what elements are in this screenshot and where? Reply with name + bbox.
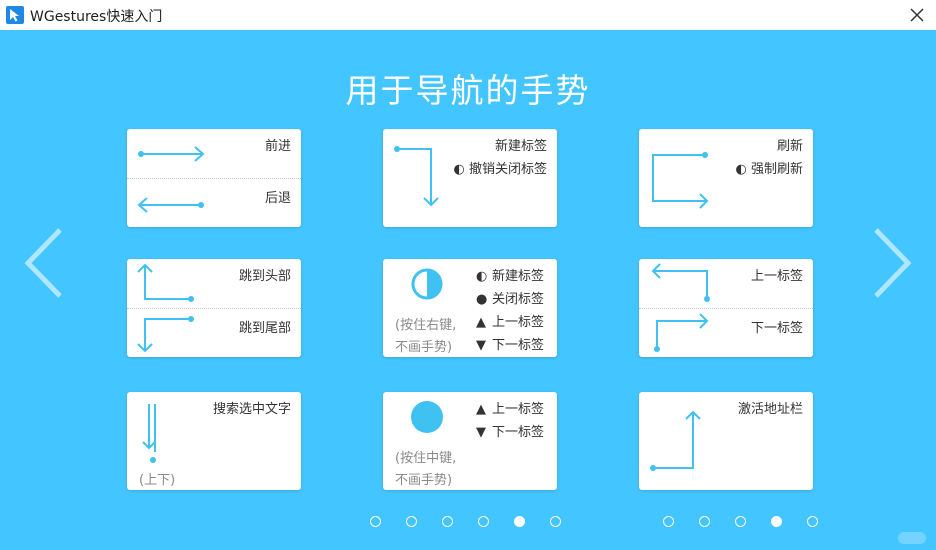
- gesture-card-jump: 跳到头部 跳到尾部: [127, 259, 301, 357]
- middle-button-note-line2: 不画手势): [395, 473, 453, 488]
- pagination-dot[interactable]: [478, 516, 489, 527]
- rb-prev-tab-label: 上一标签: [492, 315, 545, 330]
- pagination-dot[interactable]: [550, 516, 561, 527]
- previous-page-arrow-icon[interactable]: [24, 228, 64, 298]
- window-title: WGestures快速入门: [30, 9, 163, 25]
- rb-close-tab-label: 关闭标签: [492, 292, 545, 307]
- gesture-card-middle-button: (按住中键, 不画手势) ▲ 上一标签 ▼ 下一标签: [383, 392, 557, 490]
- triangle-down-icon: ▼: [476, 425, 486, 440]
- card-divider: [127, 308, 301, 309]
- forward-label: 前进: [264, 139, 291, 154]
- mb-next-tab-label: 下一标签: [492, 425, 545, 440]
- pagination-dot[interactable]: [406, 516, 417, 527]
- app-logo-icon: [6, 6, 24, 24]
- prev-tab-label: 上一标签: [750, 269, 803, 284]
- back-label: 后退: [264, 191, 291, 206]
- pagination-dots-left: [370, 516, 570, 530]
- next-page-arrow-icon[interactable]: [872, 228, 912, 298]
- pagination-dot[interactable]: [735, 516, 746, 527]
- main-content: 用于导航的手势 前进 后退 新建标签 ◐ 撤销关闭标签 刷新 ◐ 强制刷新 跳到…: [0, 30, 936, 550]
- triangle-down-icon: ▼: [476, 338, 486, 353]
- address-bar-label: 激活地址栏: [737, 402, 803, 417]
- gesture-card-switch-tab: 上一标签 下一标签: [639, 259, 813, 357]
- rb-next-tab-label: 下一标签: [492, 338, 545, 353]
- triangle-up-icon: ▲: [476, 402, 486, 417]
- rb-new-tab-label: 新建标签: [492, 269, 545, 284]
- refresh-label: 刷新: [776, 139, 803, 154]
- close-icon[interactable]: [906, 4, 928, 26]
- rb-new-tab-option: ◐ 新建标签: [476, 265, 544, 284]
- pagination-dot[interactable]: [771, 516, 782, 527]
- right-button-note-line1: (按住右键,: [395, 318, 457, 333]
- gesture-card-refresh: 刷新 ◐ 强制刷新: [639, 129, 813, 227]
- force-refresh-label: 强制刷新: [750, 162, 803, 177]
- gesture-card-search: 搜索选中文字 (上下): [127, 392, 301, 490]
- title-bar: WGestures快速入门: [0, 0, 936, 31]
- rb-next-tab-option: ▼ 下一标签: [476, 334, 544, 353]
- gesture-card-new-tab: 新建标签 ◐ 撤销关闭标签: [383, 129, 557, 227]
- mb-prev-tab-label: 上一标签: [492, 402, 545, 417]
- search-text-label: 搜索选中文字: [212, 402, 291, 417]
- page-heading: 用于导航的手势: [345, 71, 591, 110]
- card-divider: [127, 178, 301, 179]
- jump-bottom-label: 跳到尾部: [238, 321, 291, 336]
- pagination-dots-right: [663, 516, 823, 530]
- right-button-note-line2: 不画手势): [395, 340, 453, 355]
- card-divider: [639, 308, 813, 309]
- mb-next-tab-option: ▼ 下一标签: [476, 421, 544, 440]
- mb-prev-tab-option: ▲ 上一标签: [476, 398, 544, 417]
- force-refresh-option: ◐ 强制刷新: [736, 158, 804, 177]
- search-note: (上下): [139, 473, 176, 488]
- rb-prev-tab-option: ▲ 上一标签: [476, 311, 544, 330]
- pagination-dot[interactable]: [370, 516, 381, 527]
- rb-close-tab-option: ● 关闭标签: [476, 288, 544, 307]
- next-tab-label: 下一标签: [750, 321, 803, 336]
- triangle-up-icon: ▲: [476, 315, 486, 330]
- half-circle-icon: ◐: [476, 269, 488, 284]
- jump-top-label: 跳到头部: [238, 269, 291, 284]
- watermark-badge: [898, 532, 926, 544]
- new-tab-label: 新建标签: [494, 139, 547, 154]
- pagination-dot[interactable]: [442, 516, 453, 527]
- half-circle-icon: ◐: [735, 162, 747, 177]
- circle-icon: ●: [476, 292, 488, 307]
- undo-close-tab-label: 撤销关闭标签: [468, 162, 547, 177]
- pagination-dot[interactable]: [699, 516, 710, 527]
- pagination-dot[interactable]: [807, 516, 818, 527]
- middle-button-note-line1: (按住中键,: [395, 451, 457, 466]
- undo-close-tab-option: ◐ 撤销关闭标签: [454, 158, 548, 177]
- pagination-dot[interactable]: [663, 516, 674, 527]
- pagination-dot[interactable]: [514, 516, 525, 527]
- gesture-card-right-button: (按住右键, 不画手势) ◐ 新建标签 ● 关闭标签 ▲ 上一标签 ▼ 下一标签: [383, 259, 557, 357]
- half-circle-icon: ◐: [453, 162, 465, 177]
- gesture-card-address-bar: 激活地址栏: [639, 392, 813, 490]
- gesture-card-forward-back: 前进 后退: [127, 129, 301, 227]
